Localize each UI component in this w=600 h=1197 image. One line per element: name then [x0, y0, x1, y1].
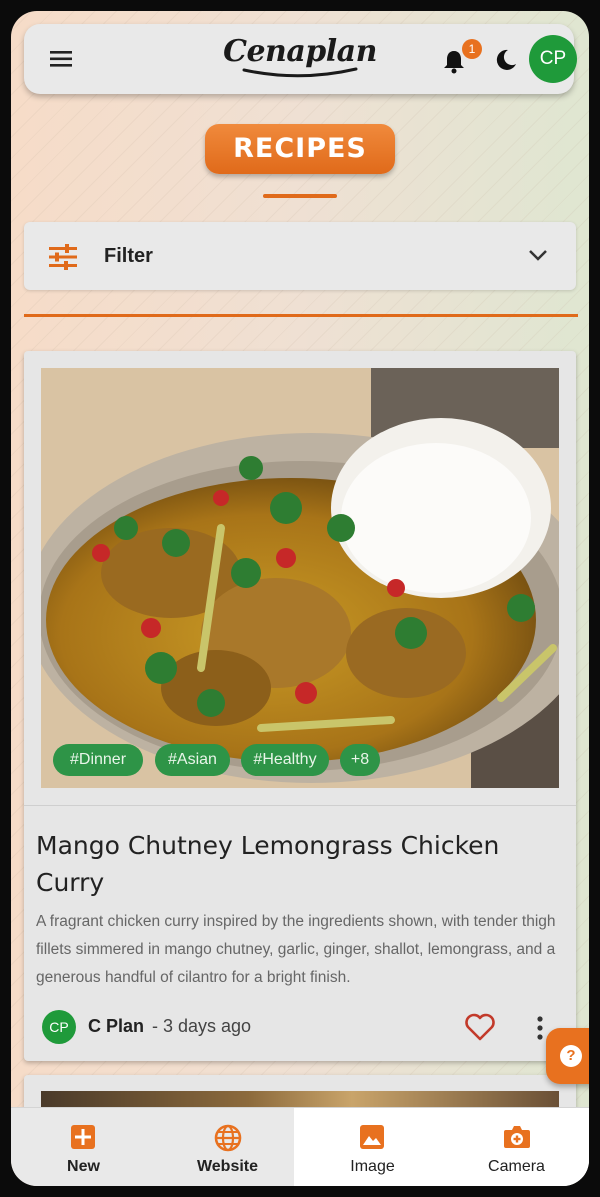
- title-underline: [263, 194, 337, 198]
- camera-plus-icon: [504, 1126, 530, 1148]
- more-tags-chip[interactable]: +8: [340, 744, 380, 776]
- section-divider: [24, 314, 578, 317]
- chevron-down-icon: [529, 250, 547, 261]
- recipe-image[interactable]: [41, 368, 559, 788]
- author-name: C Plan: [88, 1016, 145, 1036]
- filter-sliders-icon: [49, 244, 77, 270]
- nav-new-button[interactable]: New: [11, 1108, 156, 1186]
- plus-box-icon: [71, 1125, 95, 1149]
- menu-icon[interactable]: [50, 49, 74, 69]
- nav-website-label: Website: [196, 1158, 259, 1175]
- nav-camera-label: Camera: [488, 1158, 545, 1175]
- app-logo[interactable]: Cenaplan: [220, 32, 380, 84]
- recipe-title[interactable]: Mango Chutney Lemongrass Chicken Curry: [36, 827, 556, 901]
- filter-toggle[interactable]: Filter: [24, 222, 576, 290]
- bottom-navigation: New Website Image Camera: [11, 1107, 589, 1186]
- nav-new-label: New: [67, 1158, 100, 1175]
- logo-swoosh: [242, 67, 358, 78]
- author-avatar: CP: [42, 1010, 76, 1044]
- user-avatar[interactable]: CP: [529, 35, 577, 83]
- card-separator: [24, 805, 576, 806]
- app-screen: Cenaplan 1 CP RECIPES Filter #Dinner #As…: [11, 11, 589, 1186]
- recipe-photo-illustration: [41, 368, 559, 788]
- filter-label: Filter: [104, 245, 153, 267]
- image-icon: [360, 1125, 384, 1149]
- tag-chip[interactable]: #Dinner: [53, 744, 143, 776]
- tag-chip[interactable]: #Asian: [155, 744, 230, 776]
- nav-image-label: Image: [350, 1158, 395, 1175]
- recipe-card[interactable]: #Dinner #Asian #Healthy +8 Mango Chutney…: [24, 351, 576, 1061]
- more-options-icon[interactable]: [535, 1015, 545, 1041]
- nav-image-button[interactable]: Image: [300, 1108, 445, 1186]
- page-title: RECIPES: [205, 124, 395, 174]
- globe-icon: [214, 1124, 242, 1152]
- help-question-icon: ?: [560, 1045, 582, 1067]
- nav-camera-button[interactable]: Camera: [444, 1108, 589, 1186]
- nav-website-button[interactable]: Website: [155, 1108, 300, 1186]
- help-button[interactable]: ?: [546, 1028, 589, 1084]
- notification-badge: 1: [462, 39, 482, 59]
- tag-chip[interactable]: #Healthy: [241, 744, 329, 776]
- dark-mode-moon-icon[interactable]: [494, 48, 518, 72]
- app-header: Cenaplan 1 CP: [24, 24, 577, 94]
- recipe-description: A fragrant chicken curry inspired by the…: [36, 913, 556, 986]
- post-time: - 3 days ago: [152, 1016, 252, 1036]
- favorite-heart-icon[interactable]: [465, 1013, 495, 1041]
- logo-text: Cenaplan: [223, 34, 377, 69]
